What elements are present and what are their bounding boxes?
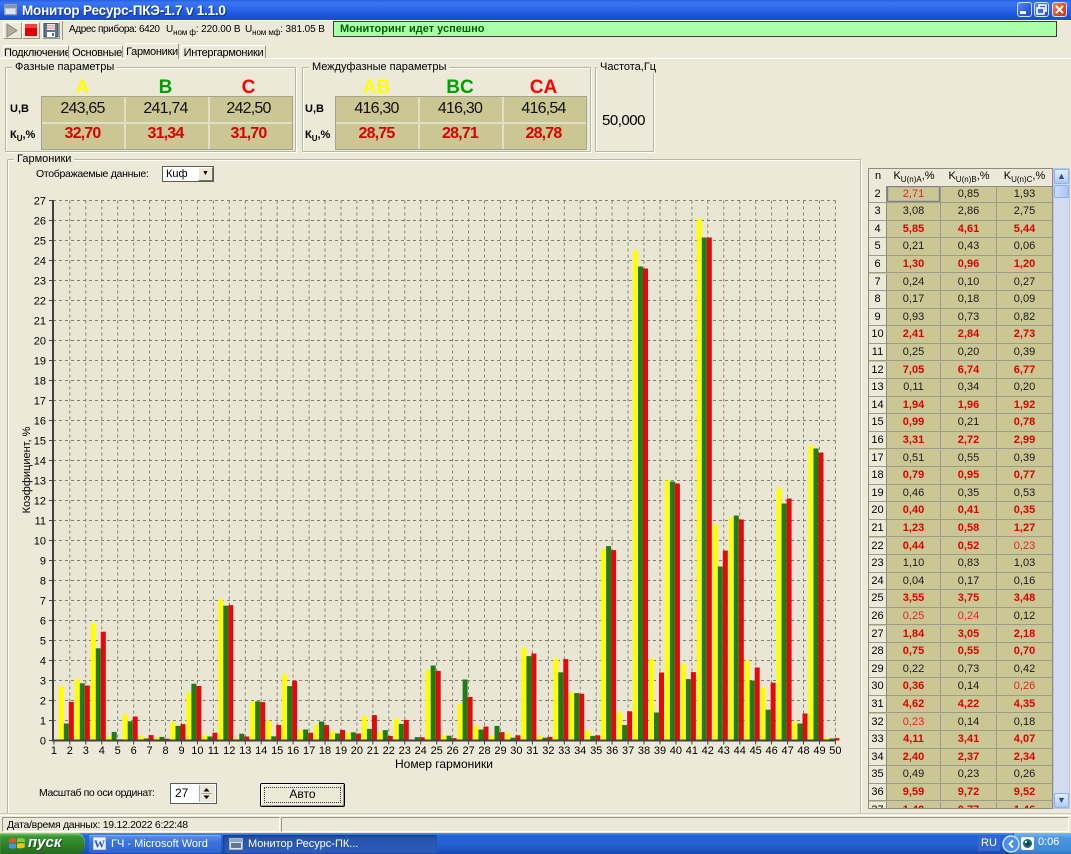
svg-text:W: W (94, 839, 105, 851)
